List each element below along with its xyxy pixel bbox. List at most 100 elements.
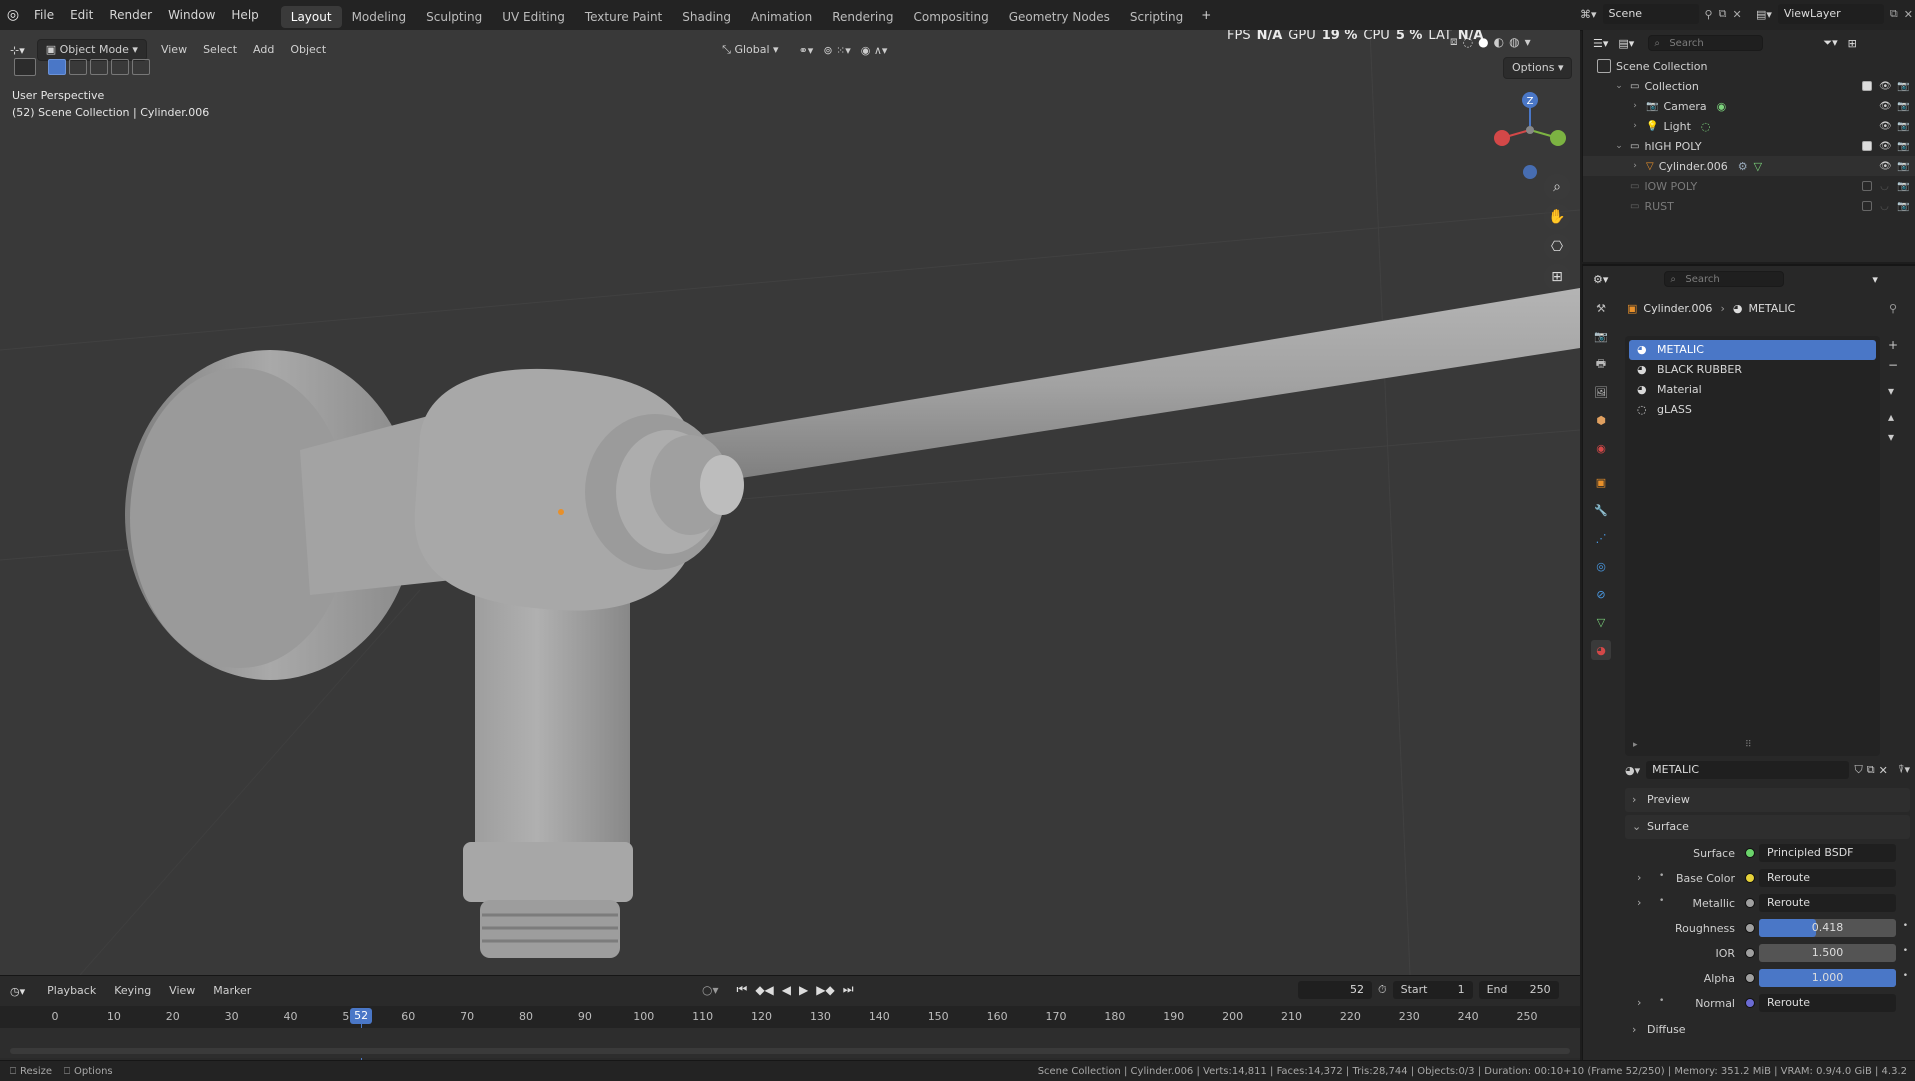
- material-slot-material[interactable]: ◕ Material: [1629, 380, 1876, 400]
- expand-socket-chevron-icon[interactable]: ›: [1637, 871, 1641, 884]
- workspace-tab-modeling[interactable]: Modeling: [342, 6, 417, 28]
- pivot-icon[interactable]: ⚭▾: [799, 44, 814, 57]
- socket-dot-icon[interactable]: [1745, 998, 1755, 1008]
- render-visibility-icon[interactable]: 📷: [1897, 201, 1909, 212]
- expand-chevron-icon[interactable]: ›: [1629, 121, 1641, 131]
- constraints-tab-icon[interactable]: ⊘: [1591, 584, 1611, 604]
- viewport-menu-select[interactable]: Select: [195, 40, 245, 60]
- outliner-row[interactable]: › ▽ Cylinder.006 ⚙ ▽ 👁 📷: [1583, 156, 1915, 176]
- exclude-checkbox[interactable]: [1862, 200, 1872, 211]
- move-slot-down-icon[interactable]: ▾: [1888, 430, 1898, 444]
- keyframe-dot-icon[interactable]: •: [1903, 971, 1908, 981]
- eye-icon[interactable]: ◡: [1879, 201, 1890, 212]
- expand-chevron-icon[interactable]: ›: [1629, 101, 1641, 111]
- exclude-checkbox[interactable]: [1862, 80, 1872, 91]
- workspace-tab-shading[interactable]: Shading: [672, 6, 741, 28]
- property-slider[interactable]: 0.418: [1759, 919, 1896, 937]
- modifier-tab-icon[interactable]: 🔧: [1591, 500, 1611, 520]
- delete-scene-icon[interactable]: ✕: [1732, 8, 1741, 21]
- timeline-menu-marker[interactable]: Marker: [205, 981, 259, 1001]
- socket-dot-icon[interactable]: [1745, 873, 1755, 883]
- blender-logo-icon[interactable]: ◎: [0, 7, 26, 23]
- editor-type-icon[interactable]: ⊹▾: [10, 44, 25, 57]
- pan-hand-icon[interactable]: ✋: [1544, 204, 1570, 230]
- property-slider[interactable]: 1.000: [1759, 969, 1896, 987]
- timeline-scrollbar[interactable]: [10, 1048, 1570, 1054]
- autokey-icon[interactable]: ○▾: [702, 983, 719, 997]
- expand-socket-chevron-icon[interactable]: ›: [1637, 996, 1641, 1009]
- viewport-menu-object[interactable]: Object: [282, 40, 334, 60]
- select-subtract-icon[interactable]: [90, 59, 108, 75]
- expand-chevron-icon[interactable]: ›: [1629, 161, 1641, 171]
- expand-socket-chevron-icon[interactable]: ›: [1637, 896, 1641, 909]
- timeline-menu-playback[interactable]: Playback: [39, 981, 104, 1001]
- scene-icon[interactable]: ⌘▾: [1580, 8, 1597, 21]
- socket-dot-icon[interactable]: [1745, 848, 1755, 858]
- select-invert-icon[interactable]: [111, 59, 129, 75]
- timeline-editor-icon[interactable]: ◷▾: [10, 985, 25, 998]
- unlink-material-icon[interactable]: ✕: [1879, 764, 1888, 777]
- world-tab-icon[interactable]: ◉: [1591, 438, 1611, 458]
- select-new-icon[interactable]: [48, 59, 66, 75]
- list-expand-icon[interactable]: ▸: [1633, 740, 1638, 750]
- exclude-checkbox[interactable]: [1862, 140, 1872, 151]
- material-tab-icon[interactable]: ◕: [1591, 640, 1611, 660]
- workspace-tab-geometry-nodes[interactable]: Geometry Nodes: [999, 6, 1120, 28]
- properties-editor-icon[interactable]: ⚙▾: [1593, 273, 1608, 286]
- list-resize-handle[interactable]: ⠿: [1745, 740, 1752, 750]
- duplicate-material-icon[interactable]: ⧉: [1867, 763, 1875, 777]
- outliner-row[interactable]: ▭ RUST ◡ 📷: [1583, 196, 1915, 216]
- timeline-editor[interactable]: ◷▾ Playback Keying View Marker ○▾ ⏮ ◆◀ ◀ ▶ …: [0, 975, 1580, 1066]
- wireframe-shading-icon[interactable]: ◌: [1463, 35, 1473, 49]
- jump-start-icon[interactable]: ⏮: [737, 982, 748, 997]
- modifier-icon[interactable]: ⚙: [1738, 160, 1748, 173]
- eye-icon[interactable]: 👁: [1879, 121, 1892, 132]
- proportional-edit-icon[interactable]: ◉ ∧▾: [861, 44, 888, 57]
- render-visibility-icon[interactable]: 📷: [1897, 81, 1909, 92]
- pin-icon[interactable]: ⚲: [1705, 8, 1713, 21]
- keyframe-dot-icon[interactable]: •: [1903, 946, 1908, 956]
- timeline-menu-keying[interactable]: Keying: [106, 981, 159, 1001]
- material-slot-glass[interactable]: ◌ gLASS: [1629, 400, 1876, 420]
- outliner-editor-icon[interactable]: ☰▾: [1593, 37, 1608, 50]
- next-keyframe-icon[interactable]: ▶◆: [816, 983, 834, 997]
- zoom-icon[interactable]: ⌕: [1544, 174, 1570, 200]
- eye-icon[interactable]: 👁: [1879, 161, 1892, 172]
- expand-chevron-icon[interactable]: ⌄: [1613, 81, 1625, 91]
- delete-view-layer-icon[interactable]: ✕: [1904, 8, 1913, 21]
- material-slot-metalic[interactable]: ◕ METALIC: [1629, 340, 1876, 360]
- workspace-tab-animation[interactable]: Animation: [741, 6, 822, 28]
- shading-options-icon[interactable]: ▾: [1525, 35, 1531, 49]
- outliner-row[interactable]: ⌄ ▭ hIGH POLY 👁 📷: [1583, 136, 1915, 156]
- render-visibility-icon[interactable]: 📷: [1897, 181, 1909, 192]
- material-browse-icon[interactable]: ◕▾: [1625, 764, 1640, 777]
- diffuse-panel-header[interactable]: › Diffuse: [1625, 1018, 1910, 1042]
- select-extend-icon[interactable]: [69, 59, 87, 75]
- outliner-row[interactable]: ⌄ ▭ Collection 👁 📷: [1583, 76, 1915, 96]
- filter-icon[interactable]: ⏷▾: [1823, 36, 1837, 50]
- faucet-mesh[interactable]: [0, 30, 1580, 975]
- snap-icon[interactable]: ⊚ ⁙▾: [823, 44, 850, 57]
- prev-keyframe-icon[interactable]: ◆◀: [755, 983, 773, 997]
- properties-options-icon[interactable]: ▾: [1872, 273, 1878, 286]
- play-reverse-icon[interactable]: ◀: [782, 983, 791, 997]
- select-tweak-icon[interactable]: [14, 58, 36, 76]
- tool-tab-icon[interactable]: ⚒: [1591, 298, 1611, 318]
- stopwatch-icon[interactable]: ⏱: [1378, 983, 1387, 997]
- material-slot-black-rubber[interactable]: ◕ BLACK RUBBER: [1629, 360, 1876, 380]
- camera-data-icon[interactable]: ◉: [1717, 100, 1727, 113]
- outliner-row[interactable]: ▭ lOW POLY ◡ 📷: [1583, 176, 1915, 196]
- end-frame-field[interactable]: End 250: [1478, 981, 1559, 999]
- workspace-tab-uv-editing[interactable]: UV Editing: [492, 6, 575, 28]
- new-scene-icon[interactable]: ⧉: [1719, 7, 1727, 21]
- add-slot-icon[interactable]: +: [1888, 338, 1898, 352]
- fake-user-icon[interactable]: ⛉: [1855, 763, 1863, 777]
- light-data-icon[interactable]: ◌: [1701, 120, 1711, 133]
- remove-slot-icon[interactable]: −: [1888, 358, 1898, 372]
- workspace-tab-layout[interactable]: Layout: [280, 6, 342, 28]
- viewport-menu-view[interactable]: View: [153, 40, 195, 60]
- eye-icon[interactable]: 👁: [1879, 81, 1892, 92]
- rendered-shading-icon[interactable]: ◍: [1509, 35, 1519, 49]
- timeline-menu-view[interactable]: View: [161, 981, 203, 1001]
- data-tab-icon[interactable]: ▽: [1591, 612, 1611, 632]
